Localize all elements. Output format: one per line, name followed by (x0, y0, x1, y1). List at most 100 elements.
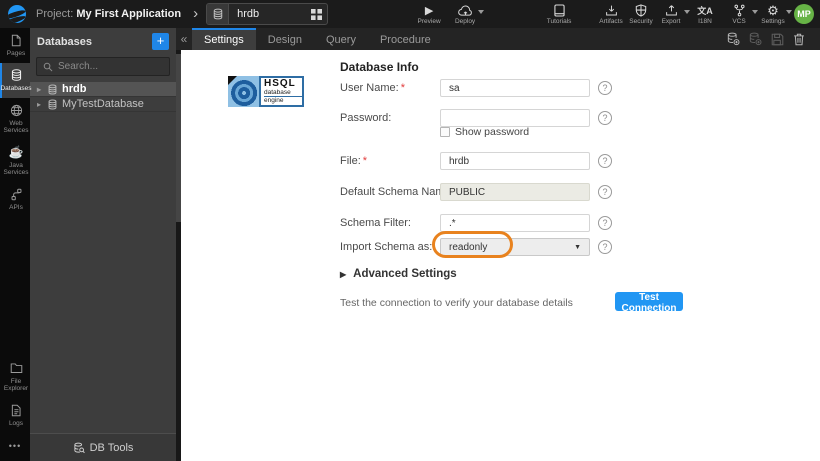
show-password-checkbox[interactable] (440, 127, 450, 137)
sidebar-item-web-services[interactable]: Web Services (0, 98, 30, 140)
database-icon (207, 4, 229, 24)
test-connection-hint: Test the connection to verify your datab… (340, 297, 573, 309)
collapse-panel-icon[interactable]: « (176, 28, 192, 50)
help-icon[interactable]: ? (598, 154, 612, 168)
field-row-schema-filter: Schema Filter: ? (340, 214, 810, 232)
sidebar-item-databases[interactable]: Databases (0, 63, 30, 98)
schema-filter-input[interactable] (440, 214, 590, 232)
db-tools-button[interactable]: DB Tools (30, 433, 176, 461)
export-button[interactable]: Export (658, 0, 684, 28)
help-icon[interactable]: ? (598, 185, 612, 199)
dashboard-grid-icon[interactable] (305, 9, 327, 20)
export-database-icon[interactable] (744, 32, 766, 46)
help-icon[interactable]: ? (598, 240, 612, 254)
expand-caret-icon[interactable]: ▸ (37, 85, 47, 94)
tab-settings[interactable]: Settings (192, 28, 256, 50)
username-input[interactable] (440, 79, 590, 97)
user-avatar[interactable]: MP (794, 4, 814, 24)
sidebar-item-java-services[interactable]: ☕ Java Services (0, 140, 30, 182)
settings-button[interactable]: ⚙ Settings (760, 0, 786, 28)
search-icon (43, 62, 53, 72)
file-input[interactable] (440, 152, 590, 170)
test-connection-button[interactable]: Test Connection (615, 292, 683, 311)
field-row-username: User Name:* ? (340, 79, 810, 97)
select-caret-icon: ▼ (574, 244, 581, 251)
chevron-right-icon: › (193, 1, 198, 27)
shield-icon (635, 4, 647, 17)
search-input[interactable] (58, 61, 163, 72)
help-icon[interactable]: ? (598, 81, 612, 95)
save-icon[interactable] (766, 33, 788, 46)
play-icon: ▶ (425, 4, 433, 17)
globe-icon (10, 103, 23, 117)
show-password-row: Show password (440, 126, 529, 138)
tree-item-mytestdatabase[interactable]: ▸ MyTestDatabase (30, 97, 176, 112)
section-title: Database Info (340, 60, 419, 74)
download-tray-icon (605, 4, 618, 17)
hsql-logo-icon (228, 76, 259, 107)
reimport-database-icon[interactable] (722, 32, 744, 46)
field-row-import-schema: Import Schema as: readonly ▼ ? (340, 238, 810, 256)
more-options-icon[interactable]: ••• (0, 433, 30, 461)
database-icon (47, 84, 58, 95)
hsql-logo: HSQL database engine (228, 76, 304, 107)
tab-query[interactable]: Query (314, 28, 368, 50)
required-marker: * (363, 155, 367, 167)
import-schema-select[interactable]: readonly ▼ (440, 238, 590, 256)
cloud-upload-icon (458, 4, 473, 17)
sidebar-item-pages[interactable]: Pages (0, 28, 30, 63)
project-breadcrumb: Project: My First Application (36, 8, 181, 20)
advanced-settings-toggle[interactable]: ▶ Advanced Settings (340, 268, 457, 280)
db-tools-icon (73, 442, 85, 454)
databases-panel: Databases + ▸ hrdb ▸ MyTestDatabase DB T… (30, 28, 176, 461)
tutorials-button[interactable]: Tutorials (546, 0, 572, 28)
default-schema-input (440, 183, 590, 201)
deploy-button[interactable]: Deploy (452, 0, 478, 28)
tab-design[interactable]: Design (256, 28, 314, 50)
vcs-button[interactable]: VCS (726, 0, 752, 28)
project-label: Project: (36, 8, 73, 20)
caret-down-icon (752, 10, 758, 14)
gear-icon: ⚙ (767, 4, 779, 17)
delete-icon[interactable] (788, 33, 810, 46)
translate-icon: 文A (697, 4, 713, 17)
help-icon[interactable]: ? (598, 111, 612, 125)
expand-caret-icon[interactable]: ▸ (37, 100, 47, 109)
api-connector-icon (10, 187, 23, 201)
artifacts-button[interactable]: Artifacts (598, 0, 624, 28)
branch-icon (733, 4, 746, 17)
app-logo-icon[interactable] (8, 5, 26, 23)
artifact-tab-bar: « Settings Design Query Procedure (176, 28, 820, 50)
sidebar-item-file-explorer[interactable]: File Explorer (0, 356, 30, 398)
book-icon (554, 4, 565, 17)
password-input[interactable] (440, 109, 590, 127)
project-name: My First Application (76, 8, 181, 20)
required-marker: * (401, 82, 405, 94)
database-icon (47, 99, 58, 110)
database-icon (10, 68, 23, 82)
add-database-button[interactable]: + (152, 33, 169, 50)
field-row-file: File:* ? (340, 152, 810, 170)
preview-button[interactable]: ▶ Preview (416, 0, 442, 28)
page-icon (10, 33, 22, 47)
security-button[interactable]: Security (628, 0, 654, 28)
i18n-button[interactable]: 文A I18N (692, 0, 718, 28)
active-artifact-tab[interactable]: hrdb (206, 3, 328, 25)
tree-item-hrdb[interactable]: ▸ hrdb (30, 82, 176, 97)
top-bar: Project: My First Application › hrdb ▶ P… (0, 0, 820, 28)
left-nav-rail: Pages Databases Web Services ☕ Java Serv… (0, 28, 30, 461)
help-icon[interactable]: ? (598, 216, 612, 230)
sidebar-item-logs[interactable]: Logs (0, 398, 30, 433)
caret-down-icon (684, 10, 690, 14)
field-row-password: Password: ? (340, 109, 810, 127)
field-row-default-schema: Default Schema Name:* ? (340, 183, 810, 201)
panel-title: Databases (37, 36, 152, 48)
sidebar-item-apis[interactable]: APIs (0, 182, 30, 217)
settings-content: HSQL database engine Database Info User … (181, 50, 820, 461)
database-tree: ▸ hrdb ▸ MyTestDatabase (30, 82, 176, 433)
caret-down-icon (478, 10, 484, 14)
expand-caret-icon: ▶ (340, 270, 346, 279)
caret-down-icon (786, 10, 792, 14)
tab-procedure[interactable]: Procedure (368, 28, 443, 50)
search-box (36, 57, 170, 76)
